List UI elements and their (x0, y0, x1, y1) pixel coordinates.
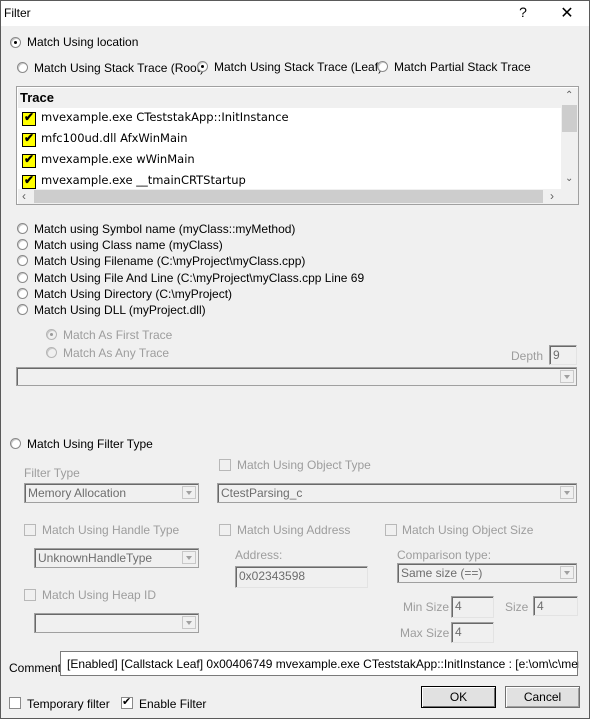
stack-leaf-label: Match Using Stack Trace (Leaf) (214, 60, 383, 74)
chevron-down-icon[interactable] (182, 551, 196, 564)
min-size-label: Min Size (403, 600, 450, 614)
handle-type-checkbox[interactable] (24, 524, 36, 536)
temporary-filter-label: Temporary filter (27, 697, 110, 711)
filename-radio[interactable] (17, 255, 28, 266)
partial-stack-label: Match Partial Stack Trace (394, 60, 531, 74)
trace-list[interactable]: Trace mvexample.exe CTeststakApp::InitIn… (16, 86, 579, 205)
class-name-label: Match using Class name (myClass) (34, 238, 223, 252)
file-and-line-radio[interactable] (17, 272, 28, 283)
comparison-type-combo[interactable]: Same size (==) (397, 563, 577, 583)
stack-root-radio[interactable] (17, 62, 28, 73)
scroll-down-icon[interactable]: ⌄ (565, 173, 573, 184)
address-field[interactable]: 0x02343598 (235, 566, 368, 588)
first-trace-label: Match As First Trace (63, 328, 173, 342)
depth-label: Depth (511, 349, 544, 363)
object-size-checkbox[interactable] (385, 524, 397, 536)
depth-field[interactable]: 9 (549, 345, 577, 365)
max-size-field[interactable]: 4 (451, 622, 494, 643)
location-combo[interactable] (16, 367, 577, 386)
window-title: Filter (4, 6, 31, 20)
any-trace-label: Match As Any Trace (63, 346, 170, 360)
comparison-type-label: Comparison type: (397, 548, 492, 562)
class-name-radio[interactable] (17, 239, 28, 250)
object-type-label: Match Using Object Type (237, 458, 371, 472)
partial-stack-radio[interactable] (377, 61, 388, 72)
scroll-up-icon[interactable]: ⌃ (565, 90, 573, 101)
ok-button[interactable]: OK (421, 686, 496, 708)
first-trace-radio[interactable] (46, 329, 57, 340)
handle-type-combo[interactable]: UnknownHandleType (34, 548, 199, 568)
cancel-button[interactable]: Cancel (505, 686, 580, 708)
close-button[interactable]: ✕ (557, 3, 577, 23)
stack-root-label: Match Using Stack Trace (Root) (34, 61, 205, 75)
address-label: Address: (235, 548, 283, 562)
trace-checkbox[interactable] (22, 152, 36, 168)
horizontal-scrollbar[interactable]: ‹ › (18, 189, 561, 204)
chevron-down-icon[interactable] (182, 616, 196, 629)
heap-id-checkbox[interactable] (24, 589, 36, 601)
match-filter-type-radio[interactable] (10, 438, 21, 449)
trace-checkbox[interactable] (22, 131, 36, 147)
list-item[interactable]: mfc100ud.dll AfxWinMain (18, 129, 561, 150)
scroll-thumb[interactable] (34, 190, 543, 203)
max-size-label: Max Size (400, 626, 450, 640)
directory-label: Match Using Directory (C:\myProject) (34, 287, 233, 301)
chevron-down-icon[interactable] (560, 566, 574, 579)
scroll-thumb[interactable] (562, 105, 577, 132)
list-item[interactable]: mvexample.exe wWinMain (18, 150, 561, 171)
heap-id-label: Match Using Heap ID (42, 588, 157, 602)
comment-label: Comment (9, 661, 62, 675)
title-bar: Filter ? ✕ (1, 1, 589, 26)
scroll-right-icon[interactable]: › (550, 189, 554, 203)
dll-label: Match Using DLL (myProject.dll) (34, 303, 206, 317)
symbol-name-radio[interactable] (17, 223, 28, 234)
directory-radio[interactable] (17, 288, 28, 299)
trace-list-header[interactable]: Trace (18, 88, 561, 108)
symbol-name-label: Match using Symbol name (myClass::myMeth… (34, 222, 296, 236)
stack-leaf-radio[interactable] (197, 61, 208, 72)
dll-radio[interactable] (17, 304, 28, 315)
enable-filter-checkbox[interactable] (121, 695, 133, 709)
trace-checkbox[interactable] (22, 173, 36, 189)
heap-id-combo[interactable] (34, 613, 199, 633)
object-type-combo[interactable]: CtestParsing_c (217, 483, 577, 503)
min-size-field[interactable]: 4 (451, 596, 494, 618)
list-item[interactable]: mvexample.exe CTeststakApp::InitInstance (18, 108, 561, 129)
chevron-down-icon[interactable] (560, 486, 574, 499)
vertical-scrollbar[interactable]: ⌃ ⌄ (561, 88, 578, 189)
temporary-filter-checkbox[interactable] (9, 697, 21, 709)
file-and-line-label: Match Using File And Line (C:\myProject\… (34, 271, 365, 285)
chevron-down-icon[interactable] (560, 370, 574, 383)
match-filter-type-label: Match Using Filter Type (27, 437, 153, 451)
handle-type-label: Match Using Handle Type (42, 523, 180, 537)
object-type-checkbox[interactable] (219, 459, 231, 471)
filename-label: Match Using Filename (C:\myProject\myCla… (34, 254, 306, 268)
size-field[interactable]: 4 (533, 596, 578, 616)
comment-field[interactable]: [Enabled] [Callstack Leaf] 0x00406749 mv… (60, 651, 579, 676)
enable-filter-label: Enable Filter (139, 697, 207, 711)
match-location-label: Match Using location (27, 35, 139, 49)
filter-type-label: Filter Type (24, 466, 80, 480)
help-button[interactable]: ? (515, 4, 531, 20)
object-size-label: Match Using Object Size (402, 523, 534, 537)
address-checkbox[interactable] (219, 524, 231, 536)
filter-type-combo[interactable]: Memory Allocation (24, 483, 199, 503)
size-label: Size (505, 600, 529, 614)
trace-checkbox[interactable] (22, 110, 36, 126)
match-location-radio[interactable] (10, 37, 21, 48)
chevron-down-icon[interactable] (182, 486, 196, 499)
list-item[interactable]: mvexample.exe __tmainCRTStartup (18, 171, 561, 189)
scroll-left-icon[interactable]: ‹ (22, 189, 26, 203)
address-check-label: Match Using Address (237, 523, 351, 537)
any-trace-radio[interactable] (46, 347, 57, 358)
